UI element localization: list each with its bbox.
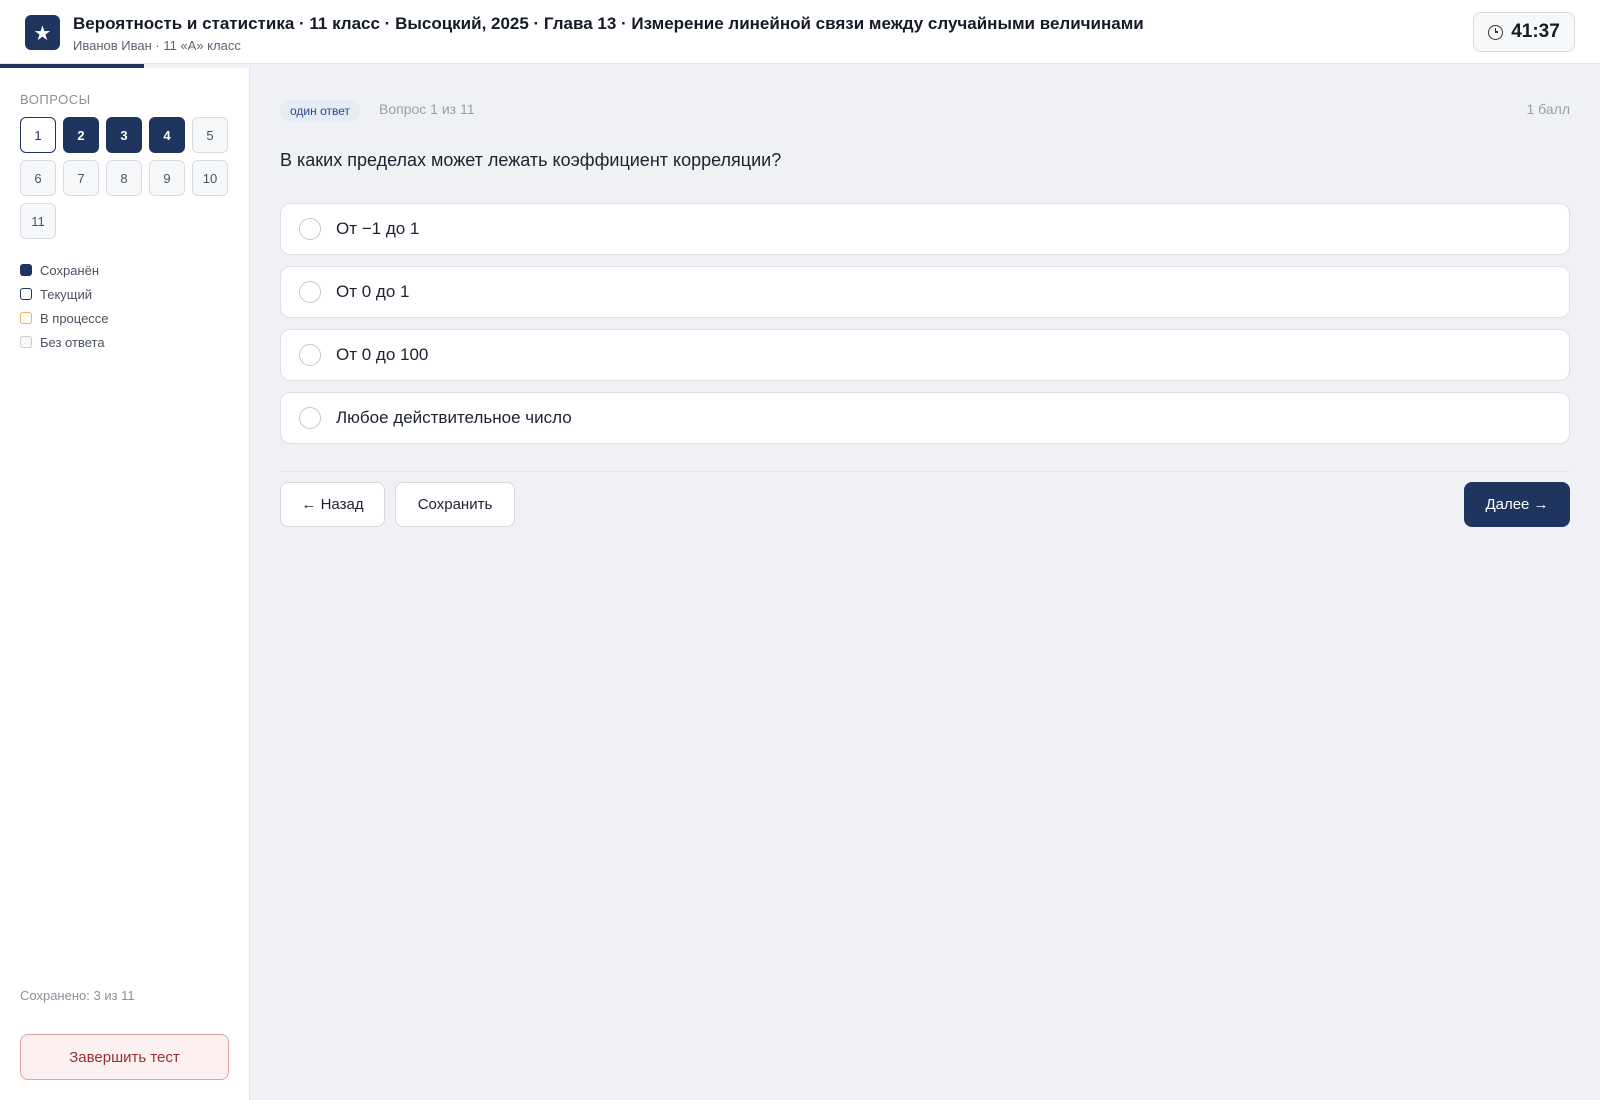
question-nav-button[interactable]: 6 <box>20 160 56 196</box>
question-nav-button[interactable]: 2 <box>63 117 99 153</box>
answer-option[interactable]: От −1 до 1 <box>280 203 1570 255</box>
question-counter: Вопрос 1 из 11 <box>379 101 475 117</box>
option-label: От −1 до 1 <box>336 219 420 238</box>
legend-label: Текущий <box>40 286 92 302</box>
question-nav-button[interactable]: 11 <box>20 203 56 239</box>
question-type-badge: один ответ <box>280 100 360 122</box>
top-bar: ★ Вероятность и статистика · 11 класс · … <box>0 0 1600 64</box>
legend-label: Сохранён <box>40 262 100 278</box>
legend-label: Без ответа <box>40 334 105 350</box>
finish-test-button[interactable]: Завершить тест <box>20 1034 229 1080</box>
saved-count: Сохранено: 3 из 11 <box>20 988 135 1003</box>
question-nav-button[interactable]: 1 <box>20 117 56 153</box>
back-button[interactable]: ← Назад <box>280 482 385 527</box>
questions-heading: ВОПРОСЫ <box>20 92 91 107</box>
legend-item: Сохранён <box>20 258 109 282</box>
question-text: В каких пределах может лежать коэффициен… <box>280 150 782 170</box>
legend-item: Без ответа <box>20 330 109 354</box>
question-nav-button[interactable]: 9 <box>149 160 185 196</box>
question-nav-button[interactable]: 3 <box>106 117 142 153</box>
legend-item: В процессе <box>20 306 109 330</box>
radio-button[interactable] <box>299 218 321 240</box>
save-button[interactable]: Сохранить <box>395 482 515 527</box>
answer-option[interactable]: Любое действительное число <box>280 392 1570 444</box>
student-info: Иванов Иван · 11 «А» класс <box>73 38 241 53</box>
question-nav-button[interactable]: 7 <box>63 160 99 196</box>
radio-button[interactable] <box>299 344 321 366</box>
divider <box>280 471 1570 472</box>
legend-swatch <box>20 288 32 300</box>
radio-button[interactable] <box>299 407 321 429</box>
legend-swatch <box>20 312 32 324</box>
timer-value: 41:37 <box>1511 21 1560 42</box>
option-label: От 0 до 100 <box>336 345 429 364</box>
answer-option[interactable]: От 0 до 1 <box>280 266 1570 318</box>
timer: 41:37 <box>1473 12 1575 52</box>
question-nav-button[interactable]: 8 <box>106 160 142 196</box>
option-label: Любое действительное число <box>336 408 572 427</box>
test-title: Вероятность и статистика · 11 класс · Вы… <box>73 14 1144 33</box>
answer-option[interactable]: От 0 до 100 <box>280 329 1570 381</box>
question-panel: один ответ Вопрос 1 из 11 1 балл В каких… <box>250 68 1600 1100</box>
radio-button[interactable] <box>299 281 321 303</box>
question-nav-button[interactable]: 10 <box>192 160 228 196</box>
question-nav-button[interactable]: 5 <box>192 117 228 153</box>
question-points: 1 балл <box>1526 101 1571 117</box>
legend-swatch <box>20 264 32 276</box>
option-label: От 0 до 1 <box>336 282 410 301</box>
star-logo-icon: ★ <box>25 15 60 50</box>
sidebar: ВОПРОСЫ 1 2 3 4 5 6 7 8 9 10 11 Сохранён Текущий В п… <box>0 68 250 1100</box>
question-grid: 1 2 3 4 5 6 7 8 9 10 11 <box>20 117 235 239</box>
legend-item: Текущий <box>20 282 109 306</box>
next-button[interactable]: Далее → <box>1464 482 1570 527</box>
clock-icon <box>1488 24 1504 40</box>
legend-label: В процессе <box>40 310 109 326</box>
legend-swatch <box>20 336 32 348</box>
legend: Сохранён Текущий В процессе Без ответа <box>20 258 109 354</box>
answer-options: От −1 до 1 От 0 до 1 От 0 до 100 Любое д… <box>280 203 1570 455</box>
question-nav-button[interactable]: 4 <box>149 117 185 153</box>
